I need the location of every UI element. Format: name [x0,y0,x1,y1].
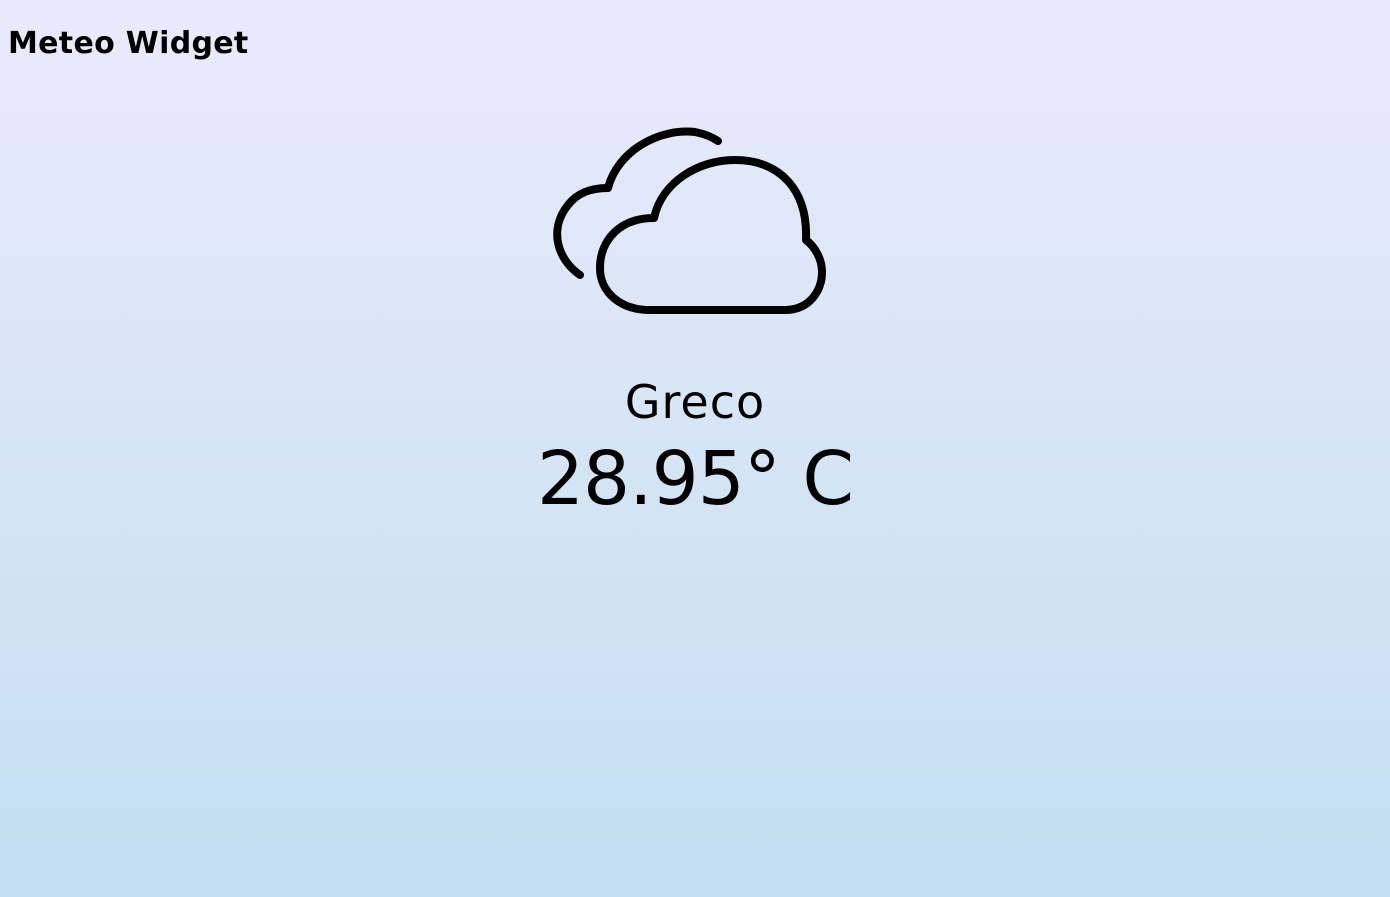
app-title: Meteo Widget [8,26,249,61]
temperature-value: 28.95° C [536,436,854,522]
back-cloud-shape [553,127,722,279]
front-cloud-shape [596,156,826,314]
location-name: Greco [624,375,766,429]
cloudy-icon [553,127,826,314]
weather-widget: Greco 28.95° C [0,120,1390,522]
